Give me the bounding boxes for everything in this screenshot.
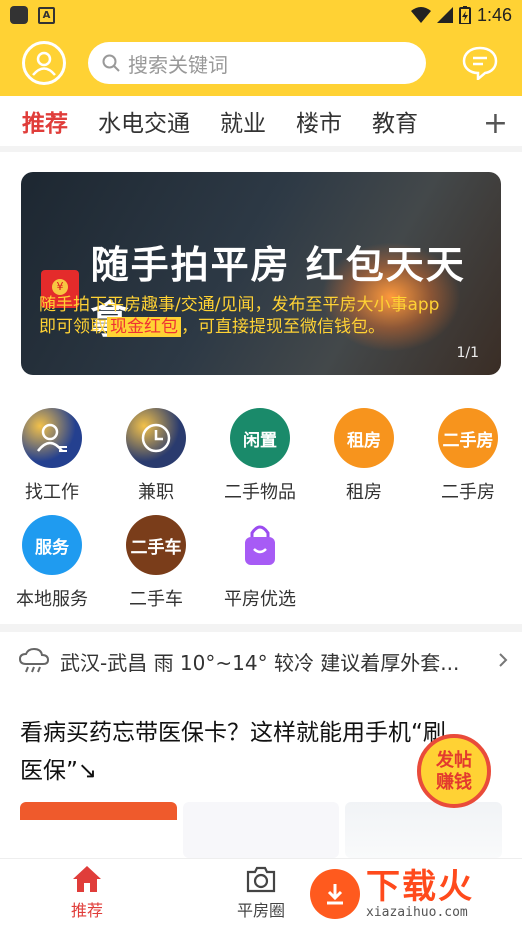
watermark-url: xiazaihuo.com [366,904,468,920]
grid-label: 二手物品 [224,482,296,503]
home-icon [73,865,101,892]
banner-line-2: 即可领取 现金红包 ，可直接提现至微信钱包。 [39,312,385,337]
app-header: 搜索关键词 [0,30,522,96]
idle-goods-icon: 闲置 [230,408,290,468]
tab-recommend[interactable]: 推荐 [22,104,68,138]
watermark-brand: 下载火 [366,866,474,907]
grid-item-second-hand-house[interactable]: 二手房 二手房 [416,408,520,504]
messages-button[interactable] [460,43,500,83]
search-icon [102,54,120,72]
tab-housing[interactable]: 楼市 [296,104,342,138]
rent-icon: 租房 [334,408,394,468]
grid-item-part-time[interactable]: 兼职 [104,408,208,504]
grid-item-second-hand-goods[interactable]: 闲置 二手物品 [208,408,312,504]
article-title[interactable]: 看病买药忘带医保卡？这样就能用手机“刷医保”↘ [20,714,450,790]
cloud-rain-icon [18,648,50,673]
status-bar: A 1:46 [0,0,522,30]
nav-recommend[interactable]: 推荐 [0,859,174,926]
article-thumbnails[interactable] [20,802,503,858]
profile-button[interactable] [22,41,66,85]
wifi-icon [410,7,431,23]
grid-label: 本地服务 [16,589,88,610]
tab-education[interactable]: 教育 [372,104,418,138]
banner-page-indicator: 1/1 [456,345,479,361]
grid-item-selection[interactable]: 平房优选 [208,515,312,611]
banner-line-2-pre: 即可领取 [39,317,107,337]
weather-row[interactable]: 武汉-武昌 雨 10°~14° 较冷 建议着厚外套... [18,644,508,678]
add-tab-button[interactable]: + [483,106,508,141]
thumbnail-image [182,802,340,858]
grid-item-rent[interactable]: 租房 租房 [312,408,416,504]
fab-line-2: 赚钱 [436,772,472,793]
banner-highlight: 现金红包 [107,317,181,337]
person-id-icon [22,408,82,468]
post-earn-button[interactable]: 发帖 赚钱 [417,734,491,808]
battery-icon [458,6,471,24]
watermark: 下载火 xiazaihuo.com [310,862,522,926]
flame-logo-icon [310,869,360,919]
nav-label: 推荐 [70,900,103,920]
search-placeholder: 搜索关键词 [128,52,228,77]
grid-label: 二手房 [441,482,495,503]
section-divider [0,624,522,632]
grid-label: 二手车 [129,589,183,610]
nav-label: 平房圈 [236,900,285,920]
used-car-icon: 二手车 [126,515,186,575]
camera-icon [246,866,276,892]
search-bar[interactable]: 搜索关键词 [88,42,426,84]
weather-text: 武汉-武昌 雨 10°~14° 较冷 建议着厚外套... [60,650,460,675]
clock-time: 1:46 [476,4,512,25]
notification-icon [10,6,28,24]
user-icon [32,51,56,76]
signal-icon [436,7,453,23]
chevron-right-icon [498,649,508,673]
grid-label: 兼职 [138,482,174,503]
promo-banner[interactable]: 随手拍平房 红包天天拿 随手拍下平房趣事/交通/见闻，发布至平房大小事app 即… [21,172,501,375]
grid-item-find-job[interactable]: 找工作 [0,408,104,504]
tab-jobs[interactable]: 就业 [220,104,266,138]
thumbnail-image [20,802,177,858]
category-tabs: 推荐 水电交通 就业 楼市 教育 + [0,96,522,152]
fab-line-1: 发帖 [436,750,472,771]
grid-label: 平房优选 [224,589,296,610]
grid-label: 找工作 [25,482,79,503]
second-hand-house-icon: 二手房 [438,408,498,468]
thumbnail-image [345,802,503,858]
tab-utilities-traffic[interactable]: 水电交通 [98,104,190,138]
grid-item-local-service[interactable]: 服务 本地服务 [0,515,104,611]
grid-label: 租房 [346,482,382,503]
chat-bubble-icon [462,46,498,80]
clock-icon [126,408,186,468]
app-badge-icon: A [38,6,55,24]
banner-line-2-post: ，可直接提现至微信钱包。 [181,317,385,337]
service-icon: 服务 [22,515,82,575]
shopping-bag-icon [230,515,290,575]
grid-item-used-car[interactable]: 二手车 二手车 [104,515,208,611]
